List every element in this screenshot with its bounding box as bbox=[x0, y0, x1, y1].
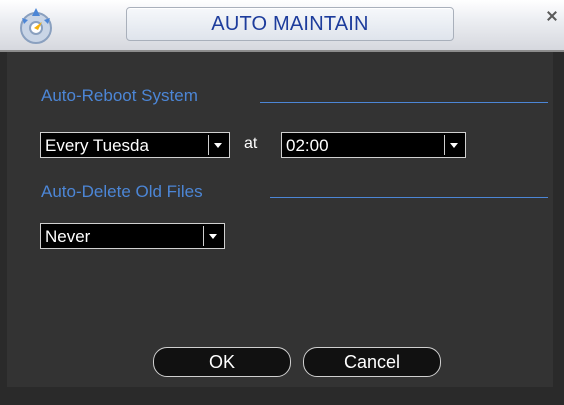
cancel-button[interactable]: Cancel bbox=[303, 347, 441, 377]
chevron-down-icon[interactable] bbox=[444, 135, 463, 155]
auto-delete-divider bbox=[270, 197, 548, 198]
window-title-box: AUTO MAINTAIN bbox=[126, 7, 454, 41]
window-title: AUTO MAINTAIN bbox=[211, 13, 369, 35]
ok-button[interactable]: OK bbox=[153, 347, 291, 377]
auto-reboot-divider bbox=[260, 102, 548, 103]
chevron-down-icon[interactable] bbox=[208, 135, 227, 155]
auto-delete-section-title: Auto-Delete Old Files bbox=[41, 182, 203, 201]
reboot-time-select[interactable]: 02:00 bbox=[281, 132, 466, 158]
reboot-day-select-value: Every Tuesda bbox=[45, 136, 149, 155]
auto-reboot-section-title: Auto-Reboot System bbox=[41, 86, 198, 105]
title-bar: AUTO MAINTAIN bbox=[0, 0, 564, 52]
close-icon[interactable] bbox=[548, 12, 556, 20]
reboot-day-select[interactable]: Every Tuesda bbox=[40, 132, 230, 158]
auto-maintain-logo-icon bbox=[14, 6, 60, 44]
ok-button-label: OK bbox=[208, 352, 235, 372]
reboot-time-select-value: 02:00 bbox=[286, 136, 329, 155]
cancel-button-label: Cancel bbox=[343, 352, 401, 372]
chevron-down-icon[interactable] bbox=[203, 226, 222, 246]
auto-maintain-window: AUTO MAINTAIN Auto-Reboot System Every T… bbox=[0, 0, 564, 405]
delete-files-select[interactable]: Never bbox=[40, 223, 225, 249]
delete-files-select-value: Never bbox=[45, 227, 91, 246]
at-label: at bbox=[244, 135, 258, 152]
